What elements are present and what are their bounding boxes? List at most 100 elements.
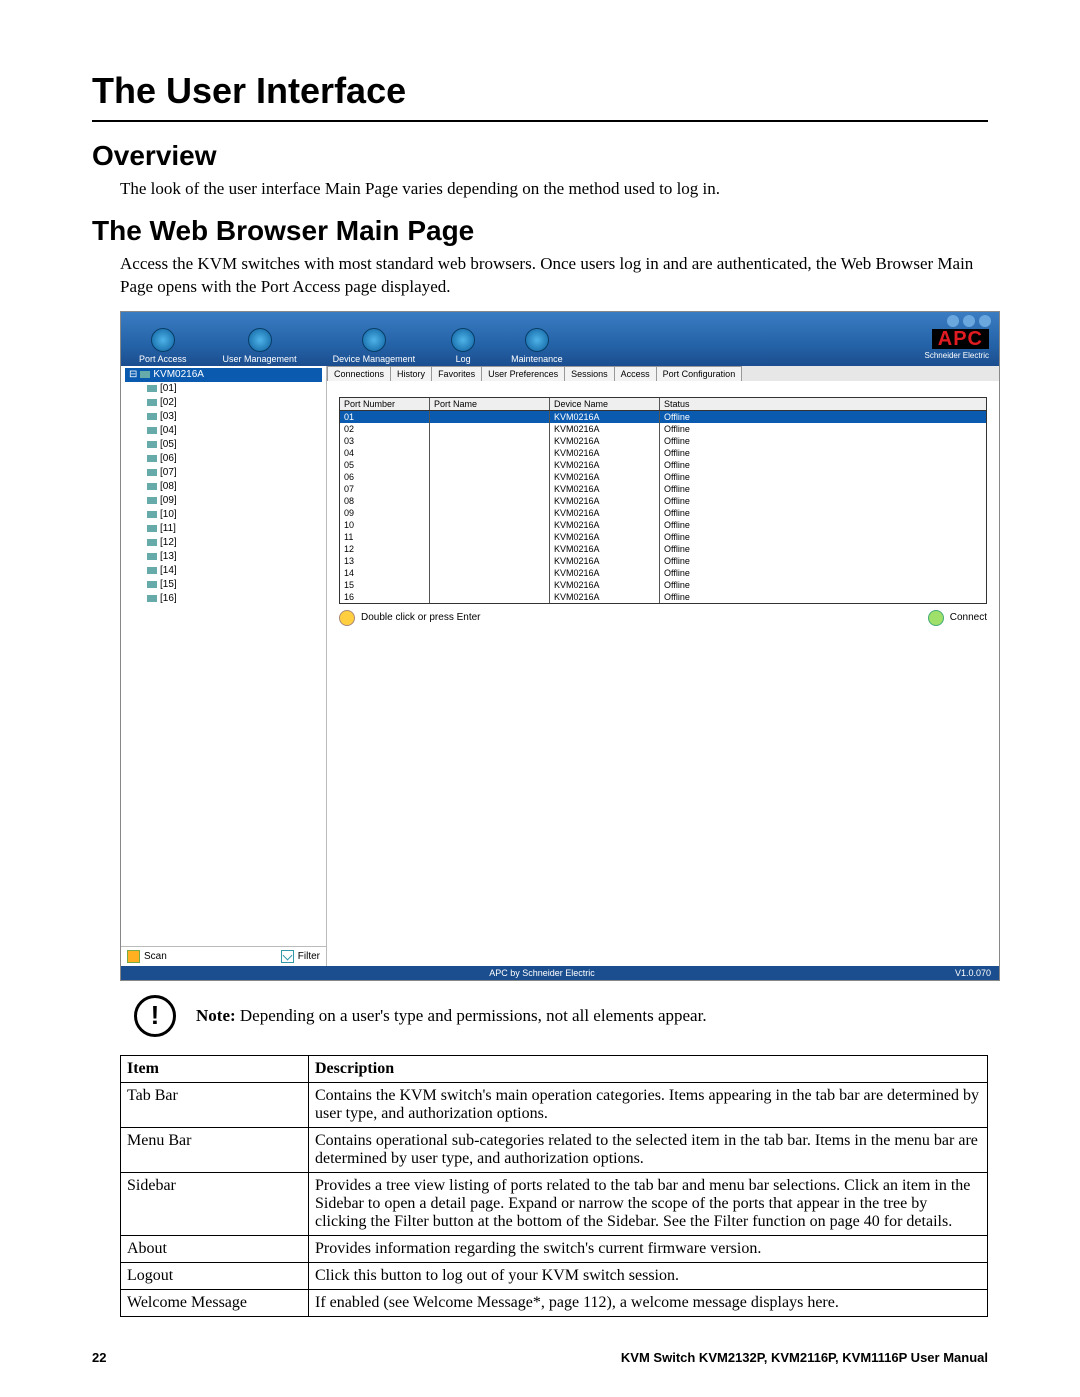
subtab[interactable]: Favorites — [431, 366, 482, 381]
table-row[interactable]: 02KVM0216AOffline — [340, 423, 986, 435]
hint-text: Double click or press Enter — [361, 612, 481, 623]
port-icon — [147, 469, 157, 476]
port-icon — [147, 441, 157, 448]
table-row[interactable]: 06KVM0216AOffline — [340, 471, 986, 483]
desc-row: SidebarProvides a tree view listing of p… — [121, 1172, 988, 1235]
sidebar-item[interactable]: [08] — [125, 480, 322, 494]
col-item: Item — [121, 1055, 309, 1082]
desc-row: LogoutClick this button to log out of yo… — [121, 1262, 988, 1289]
table-row[interactable]: 03KVM0216AOffline — [340, 435, 986, 447]
overview-heading: Overview — [92, 140, 988, 172]
tab-bar: Port Access User Management Device Manag… — [121, 312, 999, 366]
port-icon — [147, 497, 157, 504]
col-description: Description — [309, 1055, 988, 1082]
footer-version: V1.0.070 — [955, 968, 991, 978]
table-row[interactable]: 05KVM0216AOffline — [340, 459, 986, 471]
subtab[interactable]: Access — [614, 366, 657, 381]
subtab[interactable]: Sessions — [564, 366, 615, 381]
overview-text: The look of the user interface Main Page… — [120, 178, 988, 201]
desc-row: Menu BarContains operational sub-categor… — [121, 1127, 988, 1172]
help-icon — [339, 610, 355, 626]
description-table: Item Description Tab BarContains the KVM… — [120, 1055, 988, 1317]
desc-row: Tab BarContains the KVM switch's main op… — [121, 1082, 988, 1127]
table-row[interactable]: 15KVM0216AOffline — [340, 579, 986, 591]
filter-button[interactable]: Filter — [281, 950, 320, 963]
sidebar-item[interactable]: [12] — [125, 536, 322, 550]
sidebar-item[interactable]: [05] — [125, 438, 322, 452]
sidebar-item[interactable]: [10] — [125, 508, 322, 522]
status-bar: APC by Schneider Electric V1.0.070 — [121, 966, 999, 980]
subtab[interactable]: History — [390, 366, 432, 381]
table-row[interactable]: 13KVM0216AOffline — [340, 555, 986, 567]
table-row[interactable]: 10KVM0216AOffline — [340, 519, 986, 531]
sidebar-item[interactable]: [16] — [125, 592, 322, 606]
table-row[interactable]: 12KVM0216AOffline — [340, 543, 986, 555]
sidebar-item[interactable]: [01] — [125, 382, 322, 396]
port-icon — [147, 539, 157, 546]
window-controls[interactable] — [947, 315, 991, 327]
port-access-icon — [151, 328, 175, 352]
table-row[interactable]: 07KVM0216AOffline — [340, 483, 986, 495]
tab-port-access[interactable]: Port Access — [121, 324, 205, 366]
footer-center: APC by Schneider Electric — [489, 968, 595, 978]
table-row[interactable]: 16KVM0216AOffline — [340, 591, 986, 603]
port-icon — [147, 455, 157, 462]
table-row[interactable]: 09KVM0216AOffline — [340, 507, 986, 519]
tab-log[interactable]: Log — [433, 324, 493, 366]
tab-user-management[interactable]: User Management — [205, 324, 315, 366]
subtab[interactable]: User Preferences — [481, 366, 565, 381]
table-row[interactable]: 04KVM0216AOffline — [340, 447, 986, 459]
manual-title: KVM Switch KVM2132P, KVM2116P, KVM1116P … — [621, 1350, 988, 1365]
subtab[interactable]: Connections — [327, 366, 391, 381]
menu-bar[interactable]: ConnectionsHistoryFavoritesUser Preferen… — [327, 366, 999, 381]
sidebar-root[interactable]: ⊟ KVM0216A — [125, 368, 322, 382]
note-block: ! Note: Depending on a user's type and p… — [134, 995, 988, 1037]
user-management-icon — [248, 328, 272, 352]
sidebar-tree[interactable]: ⊟ KVM0216A [01] [02] [03] [04] [05] [06]… — [121, 366, 326, 946]
log-icon — [451, 328, 475, 352]
sidebar-item[interactable]: [09] — [125, 494, 322, 508]
port-icon — [147, 399, 157, 406]
sidebar-item[interactable]: [02] — [125, 396, 322, 410]
port-icon — [147, 385, 157, 392]
device-management-icon — [362, 328, 386, 352]
connect-button[interactable]: Connect — [928, 610, 987, 626]
apc-logo: APC Schneider Electric — [915, 323, 999, 366]
port-icon — [147, 413, 157, 420]
table-row[interactable]: 14KVM0216AOffline — [340, 567, 986, 579]
port-table[interactable]: Port NumberPort NameDevice NameStatus01K… — [339, 397, 987, 604]
note-label: Note: — [196, 1006, 236, 1025]
scan-button[interactable]: Scan — [127, 950, 167, 963]
sidebar-item[interactable]: [03] — [125, 410, 322, 424]
maintenance-icon — [525, 328, 549, 352]
sidebar: ⊟ KVM0216A [01] [02] [03] [04] [05] [06]… — [121, 366, 327, 966]
port-icon — [147, 511, 157, 518]
page-title: The User Interface — [92, 70, 988, 112]
note-icon: ! — [134, 995, 176, 1037]
sidebar-item[interactable]: [13] — [125, 550, 322, 564]
web-intro-text: Access the KVM switches with most standa… — [120, 253, 988, 299]
table-row[interactable]: 11KVM0216AOffline — [340, 531, 986, 543]
port-icon — [147, 525, 157, 532]
tab-device-management[interactable]: Device Management — [315, 324, 434, 366]
web-main-heading: The Web Browser Main Page — [92, 215, 988, 247]
sidebar-item[interactable]: [07] — [125, 466, 322, 480]
scan-icon — [127, 950, 140, 963]
table-row[interactable]: 08KVM0216AOffline — [340, 495, 986, 507]
sidebar-item[interactable]: [06] — [125, 452, 322, 466]
port-icon — [147, 567, 157, 574]
sidebar-item[interactable]: [15] — [125, 578, 322, 592]
port-icon — [147, 427, 157, 434]
page-number: 22 — [92, 1350, 106, 1365]
sidebar-item[interactable]: [14] — [125, 564, 322, 578]
horizontal-rule — [92, 120, 988, 122]
sidebar-item[interactable]: [11] — [125, 522, 322, 536]
sidebar-item[interactable]: [04] — [125, 424, 322, 438]
web-browser-screenshot: Port Access User Management Device Manag… — [120, 311, 1000, 981]
main-panel: ConnectionsHistoryFavoritesUser Preferen… — [327, 366, 999, 966]
port-icon — [147, 483, 157, 490]
table-row[interactable]: 01KVM0216AOffline — [340, 411, 986, 423]
tab-maintenance[interactable]: Maintenance — [493, 324, 581, 366]
connect-icon — [928, 610, 944, 626]
subtab[interactable]: Port Configuration — [656, 366, 743, 381]
